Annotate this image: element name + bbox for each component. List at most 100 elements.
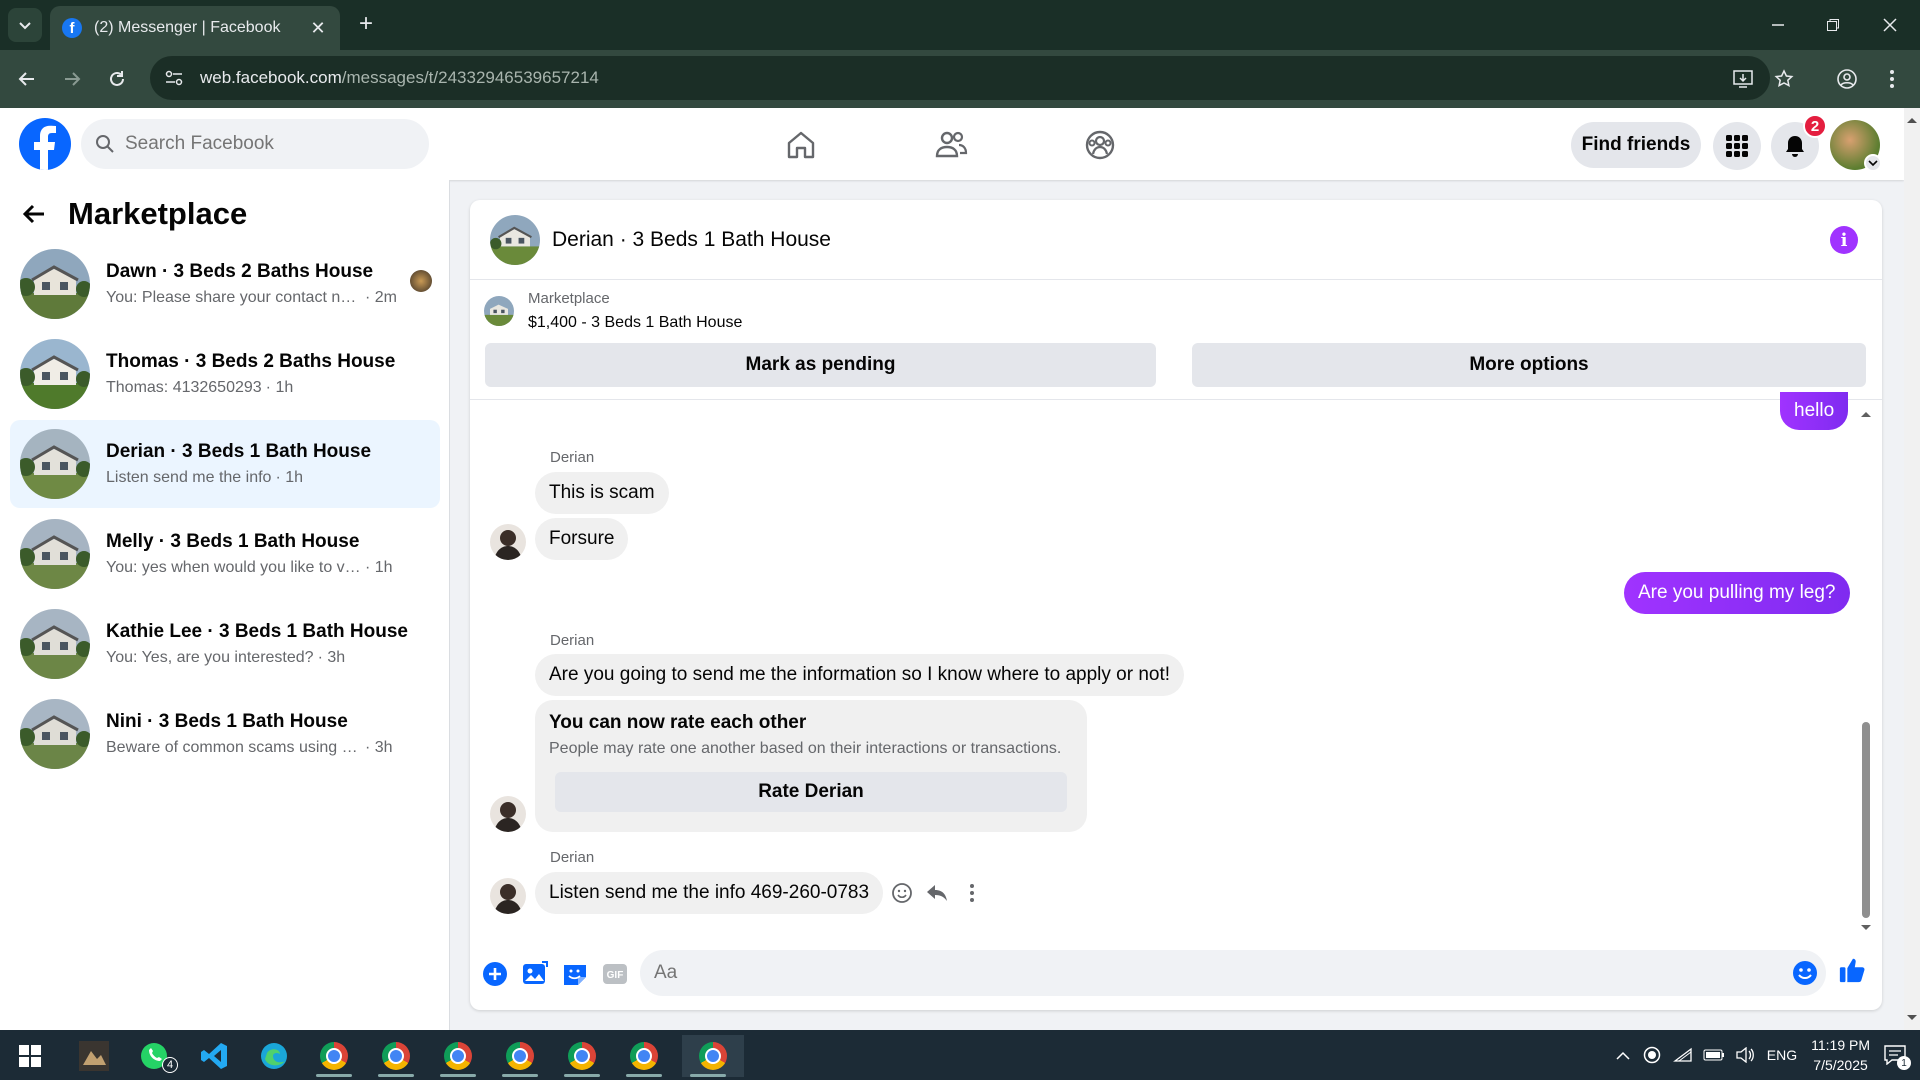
snippet-time: · 1h [365,559,393,576]
taskbar-app-vscode[interactable] [188,1035,240,1077]
taskbar-app-chrome-active[interactable] [682,1035,744,1077]
taskbar-app-chrome-4[interactable] [494,1035,546,1077]
account-chevron-icon[interactable] [1864,154,1882,172]
taskbar-app-edge[interactable] [248,1035,300,1077]
taskbar-app-chrome-2[interactable] [370,1035,422,1077]
reply-button[interactable] [922,878,952,908]
sticker-button[interactable] [561,960,589,988]
rate-derian-button[interactable]: Rate Derian [555,772,1067,812]
site-settings-icon [165,70,183,86]
more-options-button[interactable]: More options [1192,343,1866,387]
windows-logo-icon [19,1045,41,1067]
profile-button[interactable] [1830,62,1864,96]
url-text: web.facebook.com/messages/t/243329465396… [200,68,599,88]
install-app-button[interactable] [1726,62,1760,96]
chat-title[interactable]: Derian · 3 Beds 1 Bath House [552,228,831,252]
header-divider [470,399,1882,400]
react-button[interactable] [887,878,917,908]
browser-tab[interactable]: f (2) Messenger | Facebook ✕ [50,6,340,50]
clock-date: 7/5/2025 [1813,1057,1868,1073]
chat-avatar[interactable] [490,214,540,265]
new-tab-button[interactable]: + [352,10,380,38]
conversation-item[interactable]: Thomas · 3 Beds 2 Baths House Thomas: 413… [10,330,440,418]
arrow-right-icon [65,72,81,86]
conversation-item[interactable]: Kathie Lee · 3 Beds 1 Bath House You: Yes… [10,600,440,688]
facebook-logo-icon[interactable] [19,118,71,170]
taskbar-app-whatsapp[interactable]: 4 [128,1035,180,1077]
message-input[interactable] [654,962,1754,984]
conversation-item[interactable]: Nini · 3 Beds 1 Bath House Beware of comm… [10,690,440,778]
their-message-bubble[interactable]: This is scam [535,472,669,514]
message-more-button[interactable] [957,878,987,908]
taskbar-app-chrome-3[interactable] [432,1035,484,1077]
language-indicator[interactable]: ENG [1767,1047,1797,1063]
message-input-container[interactable] [640,950,1826,996]
chrome-icon [444,1042,472,1070]
address-bar[interactable]: web.facebook.com/messages/t/243329465396… [150,56,1770,100]
snippet-time: · 3h [365,739,393,756]
rate-each-other-card: You can now rate each other People may r… [535,700,1087,832]
conversation-item[interactable]: Derian · 3 Beds 1 Bath House Listen send … [10,420,440,508]
record-icon[interactable] [1643,1046,1661,1064]
taskbar-app-chrome-6[interactable] [618,1035,670,1077]
snippet-text: Thomas: 4132650293 [106,379,262,396]
gif-button[interactable]: GIF [601,960,629,988]
listing-summary[interactable]: Marketplace $1,400 - 3 Beds 1 Bath House [484,290,742,332]
tab-close-icon[interactable]: ✕ [308,18,328,39]
browser-menu-button[interactable] [1875,62,1909,96]
close-window-button[interactable] [1870,8,1910,42]
nav-friends[interactable] [895,120,1007,170]
my-message-bubble[interactable]: Are you pulling my leg? [1624,572,1850,614]
wifi-icon[interactable] [1672,1047,1693,1063]
search-input[interactable] [125,133,405,155]
restore-button[interactable] [1813,8,1853,42]
more-actions-button[interactable] [481,960,509,988]
taskbar-app-photo[interactable] [68,1035,120,1077]
taskbar-app-chrome-1[interactable] [308,1035,360,1077]
sender-avatar[interactable] [490,524,526,560]
grid-menu-icon [1726,135,1748,157]
mark-as-pending-button[interactable]: Mark as pending [485,343,1156,387]
their-message-bubble[interactable]: Forsure [535,518,629,560]
nav-home[interactable] [745,120,857,170]
clock[interactable]: 11:19 PM 7/5/2025 [1811,1035,1870,1075]
sender-avatar[interactable] [490,796,526,832]
volume-icon[interactable] [1735,1047,1755,1063]
page-scrollbar[interactable] [1904,108,1920,1030]
facebook-header: Find friends 2 [0,108,1904,180]
conversation-item[interactable]: Melly · 3 Beds 1 Bath House You: yes when… [10,510,440,598]
scrollbar-thumb[interactable] [1862,722,1870,918]
messages-scrollbar[interactable] [1858,406,1874,936]
back-arrow-icon[interactable] [22,203,46,225]
start-button[interactable] [4,1035,56,1077]
bookmark-button[interactable] [1767,62,1801,96]
snippet-text: You: Please share your contact nu... [106,289,361,306]
find-friends-button[interactable]: Find friends [1571,122,1701,168]
facebook-search[interactable] [81,119,429,169]
install-icon [1733,70,1753,88]
like-button[interactable] [1838,956,1866,984]
menu-button[interactable] [1713,122,1761,170]
back-button[interactable] [10,62,44,96]
info-icon[interactable]: i [1830,226,1858,254]
minimize-button[interactable] [1758,8,1798,42]
my-message-bubble[interactable]: hello [1780,392,1849,430]
emoji-icon[interactable] [1792,960,1818,986]
chrome-icon [568,1042,596,1070]
forward-button[interactable] [55,62,89,96]
their-message-bubble[interactable]: Are you going to send me the information… [535,654,1185,696]
taskbar-app-chrome-5[interactable] [556,1035,608,1077]
chevron-up-icon[interactable] [1615,1049,1631,1061]
battery-icon[interactable] [1703,1048,1725,1062]
chat-header: Derian · 3 Beds 1 Bath House i [470,200,1882,280]
reload-button[interactable] [100,62,134,96]
conversation-item[interactable]: Dawn · 3 Beds 2 Baths House You: Please s… [10,240,440,328]
notification-center-button[interactable]: 1 [1884,1045,1911,1070]
attach-photo-button[interactable] [521,960,549,988]
nav-groups[interactable] [1044,120,1156,170]
their-message-bubble[interactable]: Listen send me the info 469-260-0783 [535,872,884,914]
conversation-snippet: Listen send me the info · 1h [106,469,371,487]
snippet-text: Listen send me the info [106,469,272,486]
tab-search-button[interactable] [8,8,42,42]
sender-avatar[interactable] [490,878,526,914]
